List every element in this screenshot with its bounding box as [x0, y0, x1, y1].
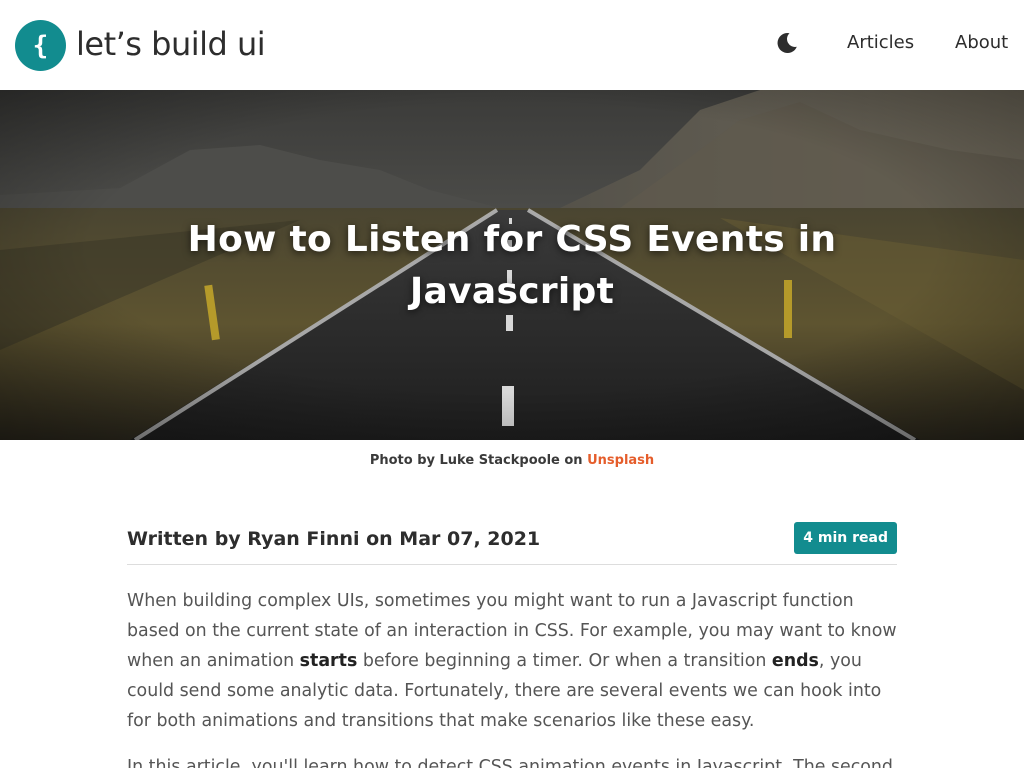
photo-caption: Photo by Luke Stackpoole on Unsplash: [0, 452, 1024, 470]
article-body: When building complex UIs, sometimes you…: [127, 586, 907, 768]
site-title[interactable]: let’s build ui: [76, 24, 266, 64]
read-time-badge: 4 min read: [794, 522, 897, 554]
bold-text: ends: [771, 651, 819, 671]
caption-text: Photo by Luke Stackpoole on: [369, 453, 583, 468]
nav-about-link[interactable]: About: [955, 32, 1008, 54]
unsplash-link[interactable]: Unsplash: [587, 453, 654, 468]
logo-icon[interactable]: {: [15, 20, 66, 71]
byline: Written by Ryan Finni on Mar 07, 2021: [127, 528, 541, 550]
article-meta: Written by Ryan Finni on Mar 07, 2021 4 …: [127, 522, 897, 554]
moon-icon[interactable]: [775, 31, 799, 55]
divider: [127, 564, 897, 565]
page-title: How to Listen for CSS Events in Javascri…: [187, 219, 837, 312]
hero-image: How to Listen for CSS Events in Javascri…: [0, 90, 1024, 440]
site-header: { let’s build ui Articles About: [0, 0, 1024, 90]
bold-text: starts: [299, 651, 358, 671]
text-run: before beginning a timer. Or when a tran…: [357, 651, 772, 671]
paragraph: When building complex UIs, sometimes you…: [127, 586, 907, 736]
paragraph: In this article, you'll learn how to det…: [127, 757, 893, 768]
logo-glyph: {: [32, 30, 49, 61]
nav-articles-link[interactable]: Articles: [847, 32, 914, 54]
